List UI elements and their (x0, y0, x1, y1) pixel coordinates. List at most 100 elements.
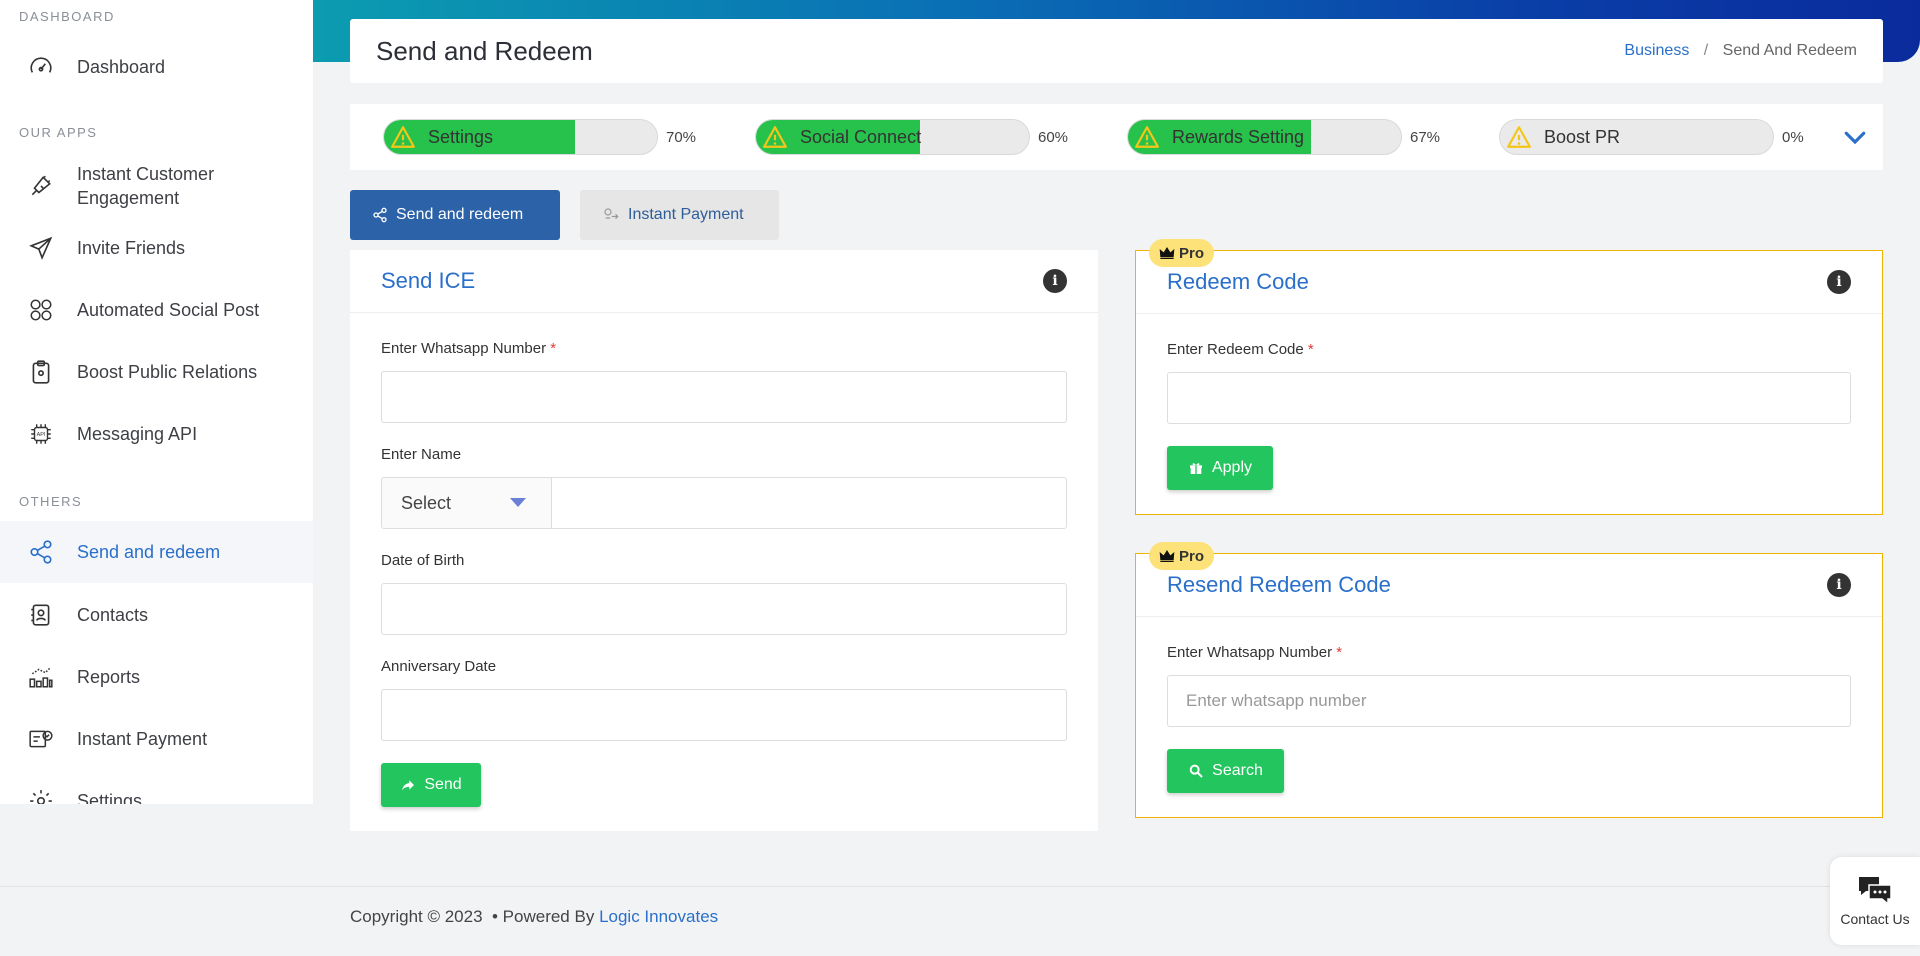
title-select[interactable]: Select (381, 477, 551, 529)
sidebar-item-reports[interactable]: Reports (0, 658, 313, 696)
caret-down-icon (510, 498, 526, 507)
card-header: Resend Redeem Code i (1136, 554, 1882, 617)
select-value: Select (401, 492, 452, 513)
info-icon[interactable]: i (1043, 269, 1067, 293)
progress-social-connect[interactable]: Social Connect 60% (755, 119, 1078, 155)
warning-icon (391, 126, 415, 148)
sidebar-item-label: Settings (77, 790, 143, 805)
tab-send-and-redeem[interactable]: Send and redeem (350, 190, 560, 240)
company-link[interactable]: Logic Innovates (599, 907, 718, 926)
payment-icon (28, 726, 54, 752)
share-icon (373, 207, 387, 223)
button-label: Send (424, 776, 462, 793)
sidebar-item-contacts[interactable]: Contacts (0, 596, 313, 634)
sidebar-item-label: Reports (77, 666, 141, 687)
tab-label: Instant Payment (628, 206, 744, 223)
sidebar-item-label: Send and redeem (77, 541, 221, 562)
sidebar-item-send-and-redeem[interactable]: Send and redeem (0, 521, 313, 583)
sidebar-item-automated-social-post[interactable]: Automated Social Post (0, 291, 313, 329)
send-ice-card: Send ICE i Enter Whatsapp Number * Enter… (350, 250, 1098, 831)
sidebar-item-label: Instant Customer Engagement (77, 164, 215, 208)
section-our-apps: OUR APPS (19, 125, 98, 140)
sidebar-item-messaging-api[interactable]: API Messaging API (0, 415, 313, 453)
page-header: Send and Redeem Business / Send And Rede… (350, 19, 1883, 83)
label-text: Enter Whatsapp Number (381, 340, 547, 357)
sidebar-item-label: Contacts (77, 604, 149, 625)
progress-bar: Boost PR (1499, 119, 1774, 155)
sidebar-item-boost-public-relations[interactable]: Boost Public Relations (0, 353, 313, 391)
search-icon (1189, 764, 1203, 778)
sidebar-item-instant-customer-engagement[interactable]: Instant Customer Engagement (0, 160, 313, 212)
tab-label: Send and redeem (396, 206, 524, 223)
button-label: Search (1212, 762, 1263, 779)
crown-icon (1159, 247, 1175, 259)
footer-divider (0, 886, 1920, 887)
gear-icon (28, 788, 54, 804)
crown-icon (1159, 550, 1175, 562)
progress-percent: 60% (1038, 128, 1069, 146)
progress-rewards-setting[interactable]: Rewards Setting 67% (1127, 119, 1450, 155)
date-of-birth-input[interactable] (381, 583, 1067, 635)
redeem-code-input[interactable] (1167, 372, 1851, 424)
whatsapp-number-input[interactable] (381, 371, 1067, 423)
reports-icon (28, 664, 54, 690)
breadcrumb: Business / Send And Redeem (1624, 42, 1857, 60)
anniversary-date-input[interactable] (381, 689, 1067, 741)
redeem-code-label: Enter Redeem Code * (1167, 341, 1314, 358)
sidebar-item-dashboard[interactable]: Dashboard (0, 48, 313, 86)
sidebar-item-label: Messaging API (77, 423, 198, 444)
sidebar-item-invite-friends[interactable]: Invite Friends (0, 229, 313, 267)
name-label: Enter Name (381, 446, 462, 463)
clipboard-icon (28, 359, 54, 385)
send-icon (28, 235, 54, 261)
page-title: Send and Redeem (376, 35, 593, 66)
chat-icon (1859, 877, 1892, 906)
progress-bar: Settings (383, 119, 658, 155)
share-icon (28, 539, 54, 565)
progress-bar: Rewards Setting (1127, 119, 1402, 155)
search-button[interactable]: Search (1167, 749, 1284, 793)
info-icon[interactable]: i (1827, 573, 1851, 597)
progress-label: Social Connect (800, 126, 922, 147)
dob-label: Date of Birth (381, 552, 465, 569)
sidebar-item-settings[interactable]: Settings (0, 782, 313, 804)
apply-button[interactable]: Apply (1167, 446, 1273, 490)
contact-us-widget[interactable]: Contact Us (1830, 857, 1920, 945)
card-header: Send ICE i (350, 250, 1098, 313)
redeem-code-card: Pro Redeem Code i Enter Redeem Code * Ap… (1135, 239, 1883, 515)
pro-badge: Pro (1149, 239, 1214, 267)
progress-label: Boost PR (1544, 126, 1621, 147)
progress-label: Rewards Setting (1172, 126, 1305, 147)
warning-icon (1135, 126, 1159, 148)
required-mark: * (1336, 644, 1343, 661)
sidebar: DASHBOARD Dashboard OUR APPS Instant Cus… (0, 0, 313, 804)
label-text: Enter Whatsapp Number (1167, 644, 1333, 661)
name-input[interactable] (551, 477, 1067, 529)
sidebar-item-instant-payment[interactable]: Instant Payment (0, 720, 313, 758)
progress-boost-pr[interactable]: Boost PR 0% (1499, 119, 1822, 155)
gift-icon (1189, 463, 1202, 474)
payment-exchange-icon (604, 208, 619, 220)
chevron-down-icon[interactable] (1840, 122, 1870, 152)
tab-instant-payment[interactable]: Instant Payment (580, 190, 779, 240)
api-icon: API (28, 421, 54, 447)
badge-label: Pro (1178, 244, 1204, 262)
required-mark: * (550, 340, 557, 357)
button-label: Apply (1211, 459, 1253, 476)
sidebar-item-label: Automated Social Post (77, 299, 260, 320)
breadcrumb-business-link[interactable]: Business (1624, 42, 1689, 59)
progress-settings[interactable]: Settings 70% (383, 119, 706, 155)
breadcrumb-separator: / (1703, 42, 1709, 59)
sidebar-item-label: Dashboard (77, 56, 166, 77)
pro-badge: Pro (1149, 542, 1214, 570)
info-icon[interactable]: i (1827, 270, 1851, 294)
card-title: Resend Redeem Code (1167, 572, 1391, 597)
footer: Copyright © 2023 • Powered By Logic Inno… (350, 907, 718, 927)
share-arrow-icon (402, 780, 415, 791)
svg-text:API: API (37, 432, 46, 438)
send-button[interactable]: Send (381, 763, 481, 807)
social-icon (28, 297, 54, 323)
megaphone-icon (28, 173, 54, 199)
resend-whatsapp-input[interactable]: Enter whatsapp number (1167, 675, 1851, 727)
resend-redeem-code-card: Pro Resend Redeem Code i Enter Whatsapp … (1135, 542, 1883, 818)
